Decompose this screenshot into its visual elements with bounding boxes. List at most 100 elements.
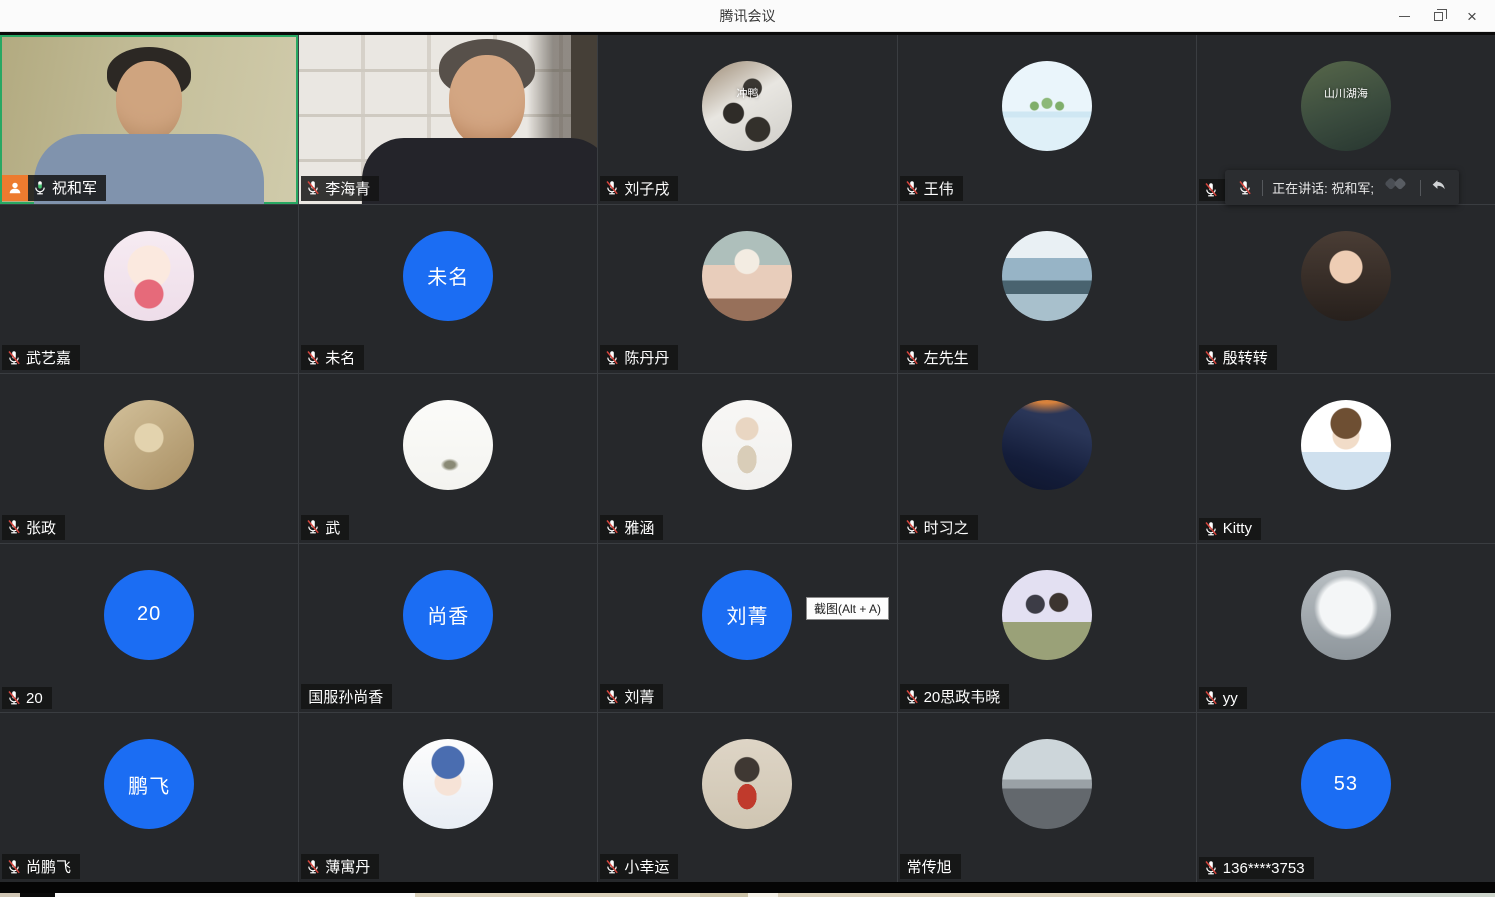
participant-name: 祝和军	[52, 177, 97, 198]
participant-label: 常传旭	[900, 854, 961, 879]
participant-name: 20思政韦晓	[924, 686, 1001, 707]
participant-name: 薄寓丹	[325, 856, 370, 877]
name-tag	[1199, 179, 1228, 201]
participant-tile-8[interactable]: 陈丹丹	[598, 205, 896, 374]
participant-name: 陈丹丹	[624, 347, 669, 368]
name-tag: 未名	[301, 345, 364, 370]
avatar	[104, 400, 194, 490]
participant-label: 小幸运	[600, 854, 678, 879]
name-tag: 陈丹丹	[600, 345, 678, 370]
avatar	[1301, 570, 1391, 660]
participant-name: 136****3753	[1223, 860, 1305, 877]
participant-label: 20思政韦晓	[900, 684, 1010, 709]
restore-icon	[1434, 12, 1443, 21]
minimize-icon	[1399, 16, 1410, 17]
toast-divider	[1262, 180, 1263, 196]
avatar	[702, 400, 792, 490]
avatar	[1002, 739, 1092, 829]
participant-tile-16[interactable]: 20 20	[0, 544, 298, 713]
name-tag: yy	[1199, 687, 1247, 709]
speaking-toast: 正在讲话: 祝和军;	[1225, 170, 1459, 205]
name-tag: 20思政韦晓	[900, 684, 1010, 709]
participant-label: Kitty	[1199, 518, 1261, 540]
participant-tile-4[interactable]: 王伟	[898, 35, 1196, 204]
maximize-button[interactable]	[1421, 2, 1455, 30]
name-tag: 武艺嘉	[2, 345, 80, 370]
participant-tile-6[interactable]: 武艺嘉	[0, 205, 298, 374]
name-tag: 刘子戌	[600, 176, 678, 201]
participant-tile-14[interactable]: 时习之	[898, 374, 1196, 543]
participant-tile-21[interactable]: 鹏飞 尚鹏飞	[0, 713, 298, 882]
meeting-logo-icon	[1383, 176, 1411, 199]
name-tag: 常传旭	[900, 854, 961, 879]
window-controls: ×	[1387, 0, 1489, 32]
avatar: 鹏飞	[104, 739, 194, 829]
participant-label: 雅涵	[600, 515, 663, 540]
name-tag: 李海青	[301, 176, 379, 201]
name-tag: 王伟	[900, 176, 963, 201]
participant-label: 武艺嘉	[2, 345, 80, 370]
toast-divider	[1420, 180, 1421, 196]
person-face	[449, 55, 525, 147]
avatar	[403, 400, 493, 490]
reply-arrow-icon[interactable]	[1430, 177, 1447, 199]
participant-label: 薄寓丹	[301, 854, 379, 879]
participant-tile-22[interactable]: 薄寓丹	[299, 713, 597, 882]
participant-tile-12[interactable]: 武	[299, 374, 597, 543]
participant-tile-19[interactable]: 20思政韦晓	[898, 544, 1196, 713]
participant-tile-25[interactable]: 53 136****3753	[1197, 713, 1495, 882]
participant-tile-17[interactable]: 尚香 国服孙尚香	[299, 544, 597, 713]
window-bottom-edge	[0, 882, 1495, 893]
name-tag: 时习之	[900, 515, 978, 540]
participant-tile-24[interactable]: 常传旭	[898, 713, 1196, 882]
name-tag: 殷转转	[1199, 345, 1277, 370]
avatar	[1002, 400, 1092, 490]
mic-muted-icon	[305, 350, 321, 366]
participant-name: 李海青	[325, 178, 370, 199]
participant-tile-9[interactable]: 左先生	[898, 205, 1196, 374]
participant-name: 小幸运	[624, 856, 669, 877]
avatar	[1002, 231, 1092, 321]
participant-tile-13[interactable]: 雅涵	[598, 374, 896, 543]
mic-muted-icon	[6, 690, 22, 706]
minimize-button[interactable]	[1387, 2, 1421, 30]
participant-label: 张政	[2, 515, 65, 540]
window-title: 腾讯会议	[720, 6, 776, 26]
participant-name: 武	[325, 517, 340, 538]
avatar: 53	[1301, 739, 1391, 829]
mic-muted-icon	[604, 859, 620, 875]
close-icon: ×	[1467, 8, 1477, 25]
mic-muted-icon[interactable]	[1237, 180, 1253, 196]
participant-name: 20	[26, 690, 43, 707]
mic-muted-icon	[1203, 521, 1219, 537]
name-tag: 武	[301, 515, 349, 540]
mic-muted-icon	[305, 859, 321, 875]
participant-name: Kitty	[1223, 520, 1252, 537]
avatar	[1301, 400, 1391, 490]
participant-label	[1199, 179, 1228, 201]
participant-label: 祝和军	[2, 175, 106, 201]
close-button[interactable]: ×	[1455, 2, 1489, 30]
participant-label: 20	[2, 687, 52, 709]
participant-tile-11[interactable]: 张政	[0, 374, 298, 543]
participant-tile-23[interactable]: 小幸运	[598, 713, 896, 882]
mic-muted-icon	[604, 350, 620, 366]
name-tag: 薄寓丹	[301, 854, 379, 879]
participant-name: 左先生	[924, 347, 969, 368]
participant-tile-15[interactable]: Kitty	[1197, 374, 1495, 543]
participant-name: 张政	[26, 517, 56, 538]
participant-tile-7[interactable]: 未名 未名	[299, 205, 597, 374]
participant-name: 刘菁	[624, 686, 654, 707]
participant-tile-18[interactable]: 刘菁 刘菁	[598, 544, 896, 713]
avatar	[1002, 570, 1092, 660]
participant-label: yy	[1199, 687, 1247, 709]
participant-tile-3[interactable]: 冲鸭 刘子戌	[598, 35, 896, 204]
participant-tile-2[interactable]: 李海青	[299, 35, 597, 204]
screenshot-tooltip: 截图(Alt + A)	[806, 597, 889, 620]
participant-label: 王伟	[900, 176, 963, 201]
participant-tile-10[interactable]: 殷转转	[1197, 205, 1495, 374]
mic-muted-icon	[904, 689, 920, 705]
avatar-caption: 山川湖海	[1301, 85, 1391, 101]
participant-tile-1[interactable]: 祝和军	[0, 35, 298, 204]
participant-tile-20[interactable]: yy	[1197, 544, 1495, 713]
